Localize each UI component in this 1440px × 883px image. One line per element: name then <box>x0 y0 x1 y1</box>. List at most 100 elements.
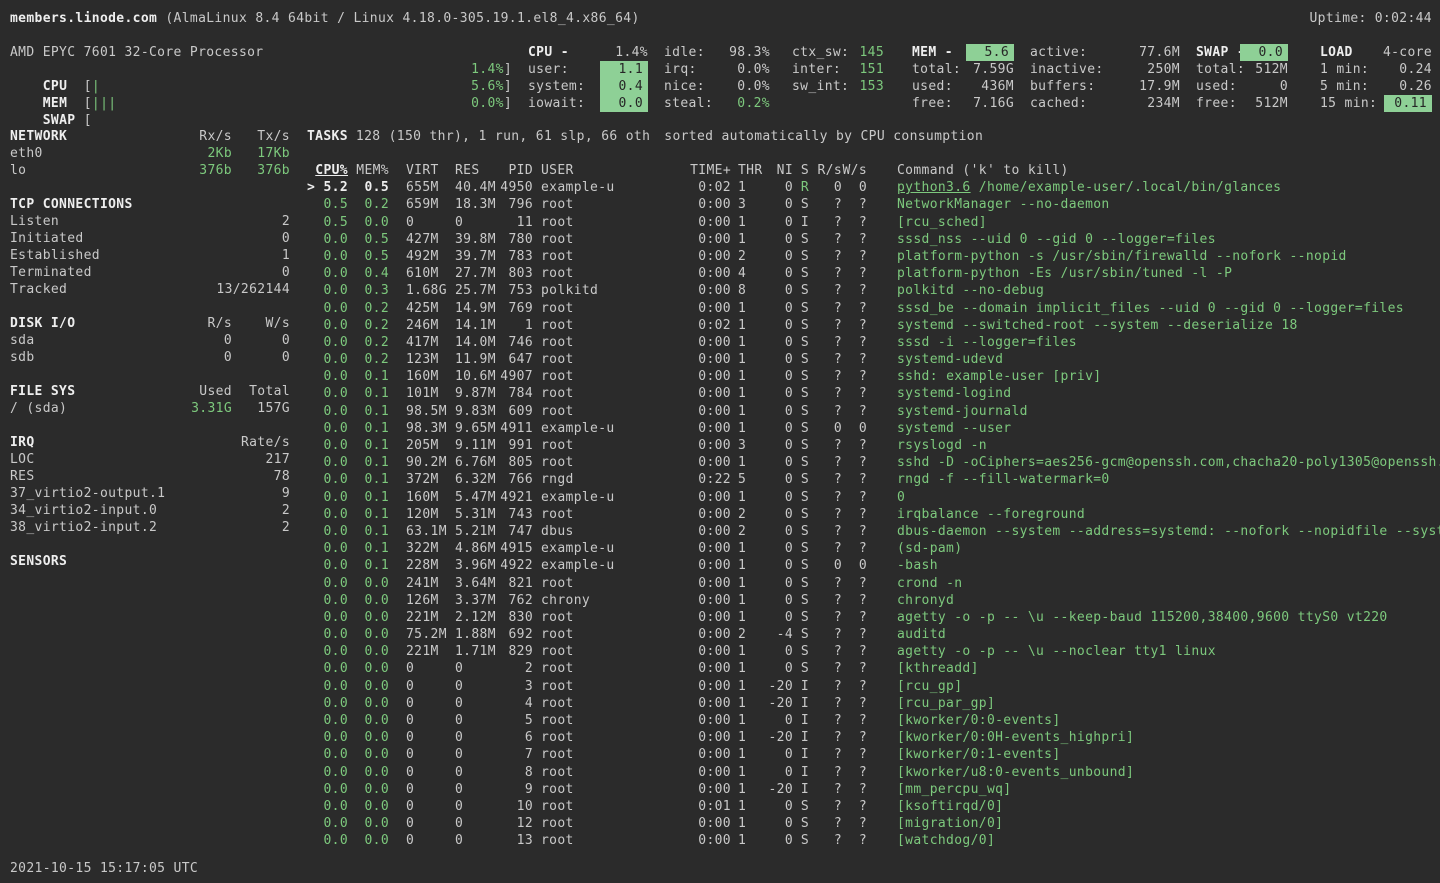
cell-mem: 0.1 <box>348 489 389 506</box>
cell-rs: 0 <box>809 420 842 437</box>
cell-cpu: 0.0 <box>315 300 348 317</box>
cell-res: 39.7M <box>455 248 496 265</box>
command-name: irqbalance <box>897 507 979 522</box>
cell-mem: 0.0 <box>348 781 389 798</box>
col-header-virt[interactable]: VIRT <box>389 162 455 179</box>
cell-thr: 1 <box>731 695 763 712</box>
cell-res: 5.47M <box>455 489 496 506</box>
cell-time: 0:00 <box>659 265 731 282</box>
cell-cpu: 0.0 <box>315 557 348 574</box>
cell-state: R <box>793 179 809 196</box>
sidebar-section: SENSORS <box>10 553 290 570</box>
mem-active-value: 77.6M <box>1139 44 1180 61</box>
selected-row-marker <box>307 712 315 729</box>
cell-ni: 0 <box>763 523 793 540</box>
col-header-user[interactable]: USER <box>533 162 659 179</box>
sidebar-row-value2: 0 <box>282 230 290 247</box>
mem-inactive-label: inactive: <box>1030 62 1104 77</box>
cell-time: 0:00 <box>659 437 731 454</box>
cell-mem: 0.2 <box>348 351 389 368</box>
selected-row-marker <box>307 248 315 265</box>
col-header-time[interactable]: TIME+ <box>659 162 731 179</box>
sidebar-section-title: DISK I/O <box>10 316 75 331</box>
cell-mem: 0.1 <box>348 540 389 557</box>
cell-time: 0:00 <box>659 575 731 592</box>
cell-user: example-u <box>533 420 659 437</box>
cell-command: [rcu_sched] <box>867 214 1440 231</box>
cpu-steal-value: 0.2% <box>737 95 770 112</box>
command-name: [mm_percpu_wq] <box>897 782 1011 797</box>
sidebar-row-label: Terminated <box>10 265 92 280</box>
cell-state: I <box>793 695 809 712</box>
mem-free-label: free: <box>912 96 953 111</box>
col-header-pid[interactable]: PID <box>496 162 533 179</box>
process-row: 0.00.0241M3.64M821root0:0010S??crond -n <box>307 575 1440 592</box>
cell-user: example-u <box>533 179 659 196</box>
cell-rs: ? <box>809 351 842 368</box>
load-5min-value: 0.26 <box>1399 78 1432 95</box>
cell-command: sssd -i --logger=files <box>867 334 1440 351</box>
cell-ws: ? <box>842 351 867 368</box>
cell-thr: 2 <box>731 523 763 540</box>
cell-res: 14.1M <box>455 317 496 334</box>
process-row: 0.00.0221M2.12M830root0:0010S??agetty -o… <box>307 609 1440 626</box>
sidebar-row-value2: 9 <box>282 485 290 502</box>
col-header-res[interactable]: RES <box>455 162 496 179</box>
cell-cpu: 0.0 <box>315 385 348 402</box>
col-header-mem[interactable]: MEM% <box>348 162 389 179</box>
cell-user: root <box>533 454 659 471</box>
cell-pid: 8 <box>496 764 533 781</box>
col-header-cpu[interactable]: CPU% <box>315 162 348 179</box>
sidebar-row-value1: 3.31G <box>191 400 232 417</box>
cell-mem: 0.0 <box>348 746 389 763</box>
cell-virt: 0 <box>389 764 455 781</box>
cell-command: sshd: example-user [priv] <box>867 368 1440 385</box>
cell-rs: ? <box>809 334 842 351</box>
cell-user: root <box>533 334 659 351</box>
process-row: 0.00.2246M14.1M1root0:0210S??systemd --s… <box>307 317 1440 334</box>
cell-virt: 425M <box>389 300 455 317</box>
cpu-system-label: system: <box>528 79 585 94</box>
cell-time: 0:00 <box>659 746 731 763</box>
cell-pid: 784 <box>496 385 533 402</box>
command-name: [kworker/0:0-events] <box>897 713 1061 728</box>
process-row: 0.00.2123M11.9M647root0:0010S??systemd-u… <box>307 351 1440 368</box>
cell-pid: 747 <box>496 523 533 540</box>
cell-thr: 1 <box>731 592 763 609</box>
selected-row-marker <box>307 231 315 248</box>
cell-rs: ? <box>809 798 842 815</box>
cell-command: systemd --user <box>867 420 1440 437</box>
cell-thr: 1 <box>731 764 763 781</box>
cell-state: S <box>793 248 809 265</box>
cell-pid: 830 <box>496 609 533 626</box>
cell-state: I <box>793 781 809 798</box>
cell-state: S <box>793 403 809 420</box>
cell-pid: 4911 <box>496 420 533 437</box>
command-name: sssd <box>897 335 930 350</box>
cell-user: root <box>533 196 659 213</box>
cell-pid: 692 <box>496 626 533 643</box>
cell-pid: 769 <box>496 300 533 317</box>
selected-row-marker <box>307 832 315 849</box>
cell-mem: 0.0 <box>348 643 389 660</box>
cell-virt: 246M <box>389 317 455 334</box>
cell-mem: 0.0 <box>348 798 389 815</box>
cell-thr: 1 <box>731 678 763 695</box>
col-header-thr[interactable]: THR <box>731 162 763 179</box>
cpu-model: AMD EPYC 7601 32-Core Processor <box>10 44 512 61</box>
cell-ws: ? <box>842 231 867 248</box>
sidebar-row: 38_virtio2-input.22 <box>10 519 290 536</box>
terminal-screen[interactable]: { "colors": { "background": "#2b2b2b", "… <box>0 0 1440 883</box>
cell-time: 0:00 <box>659 231 731 248</box>
cell-mem: 0.1 <box>348 471 389 488</box>
cell-virt: 123M <box>389 351 455 368</box>
cell-ws: ? <box>842 506 867 523</box>
cell-time: 0:01 <box>659 798 731 815</box>
cell-command: [migration/0] <box>867 815 1440 832</box>
cell-virt: 0 <box>389 214 455 231</box>
cell-thr: 2 <box>731 506 763 523</box>
cell-mem: 0.2 <box>348 196 389 213</box>
cell-cpu: 0.0 <box>315 643 348 660</box>
cell-time: 0:00 <box>659 506 731 523</box>
cell-rs: ? <box>809 660 842 677</box>
